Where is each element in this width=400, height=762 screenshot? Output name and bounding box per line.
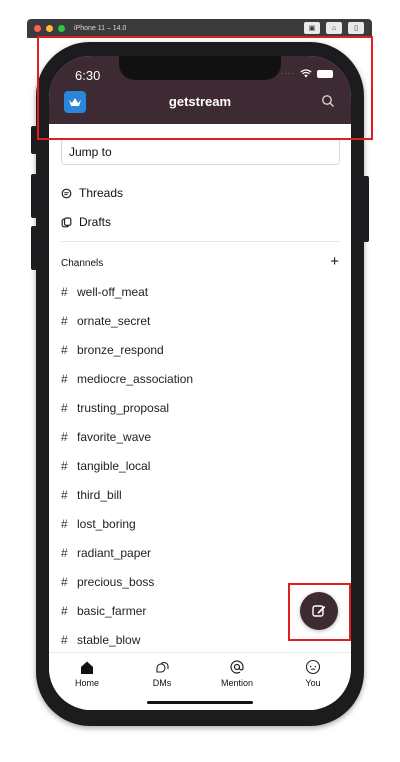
minimize-window-button[interactable] [46, 25, 53, 32]
compose-icon [312, 605, 326, 617]
channels-heading: Channels [61, 258, 104, 269]
hash-icon: # [61, 517, 68, 531]
tab-dms-label: DMs [152, 678, 172, 688]
volume-down-button [31, 226, 37, 270]
hash-icon: # [61, 459, 68, 473]
channel-name: basic_farmer [77, 604, 147, 618]
zoom-window-button[interactable] [58, 25, 65, 32]
hash-icon: # [61, 546, 68, 560]
simulator-title: iPhone 11 – 14.0 [74, 25, 127, 32]
tab-you-label: You [305, 678, 321, 688]
tab-home-label: Home [74, 678, 99, 688]
channel-name: tangible_local [77, 459, 151, 473]
channel-item[interactable]: # radiant_paper [61, 546, 151, 560]
divider [61, 241, 340, 242]
channel-name: trusting_proposal [77, 401, 170, 415]
face-icon [305, 659, 321, 675]
volume-up-button [31, 174, 37, 218]
channel-name: ornate_secret [77, 314, 151, 328]
hash-icon: # [61, 314, 68, 328]
compose-button[interactable] [300, 592, 338, 630]
home-button-icon[interactable]: ⌂ [326, 22, 342, 34]
home-icon [81, 661, 93, 674]
hash-icon: # [61, 488, 68, 502]
channel-name: lost_boring [77, 517, 136, 531]
simulator-screenshot: iPhone 11 – 14.0 ▣ ⌂ ▯ 6:30 ···· getstre… [0, 0, 400, 762]
drafts-icon [61, 216, 72, 227]
channel-name: well-off_meat [77, 285, 149, 299]
screenshot-icon[interactable]: ▣ [304, 22, 320, 34]
nav-drafts[interactable]: Drafts [61, 215, 111, 229]
channel-item[interactable]: # third_bill [61, 488, 122, 502]
hash-icon: # [61, 372, 68, 386]
tab-you[interactable]: You [283, 659, 343, 688]
hash-icon: # [61, 343, 68, 357]
home-indicator [147, 701, 253, 704]
channel-item[interactable]: # ornate_secret [61, 314, 150, 328]
channel-name: stable_blow [77, 633, 141, 647]
channel-item[interactable]: # favorite_wave [61, 430, 151, 444]
channel-item[interactable]: # precious_boss [61, 575, 154, 589]
channel-name: precious_boss [77, 575, 155, 589]
at-icon [230, 660, 244, 674]
threads-icon [61, 188, 72, 198]
channel-item[interactable]: # trusting_proposal [61, 401, 169, 415]
channel-item[interactable]: # bronze_respond [61, 343, 164, 357]
channel-name: radiant_paper [77, 546, 152, 560]
channel-name: third_bill [77, 488, 122, 502]
tab-bar: Home DMs Mention You [49, 652, 351, 710]
jump-to-label: Jump to [69, 144, 112, 159]
tab-mention-label: Mention [220, 678, 254, 688]
jump-to-input[interactable]: Jump to [61, 138, 340, 165]
channel-item[interactable]: # well-off_meat [61, 285, 148, 299]
hash-icon: # [61, 285, 68, 299]
channel-item[interactable]: # lost_boring [61, 517, 136, 531]
channel-name: mediocre_association [77, 372, 194, 386]
hash-icon: # [61, 633, 68, 647]
channel-item[interactable]: # mediocre_association [61, 372, 193, 386]
channel-item[interactable]: # tangible_local [61, 459, 150, 473]
tab-mention[interactable]: Mention [207, 659, 267, 688]
hash-icon: # [61, 604, 68, 618]
add-channel-icon[interactable]: + [330, 254, 339, 269]
hash-icon: # [61, 430, 68, 444]
hash-icon: # [61, 401, 68, 415]
header-highlight [37, 36, 373, 140]
channel-item[interactable]: # basic_farmer [61, 604, 146, 618]
close-window-button[interactable] [34, 25, 41, 32]
channel-item[interactable]: # stable_blow [61, 633, 140, 647]
threads-label: Threads [79, 186, 124, 200]
nav-threads[interactable]: Threads [61, 186, 123, 200]
power-button [363, 176, 369, 242]
channel-name: bronze_respond [77, 343, 164, 357]
tab-dms[interactable]: DMs [132, 659, 192, 688]
tab-home[interactable]: Home [57, 659, 117, 688]
rotate-icon[interactable]: ▯ [348, 22, 364, 34]
hash-icon: # [61, 575, 68, 589]
channel-name: favorite_wave [77, 430, 152, 444]
drafts-label: Drafts [79, 215, 112, 229]
dms-icon [156, 662, 169, 673]
